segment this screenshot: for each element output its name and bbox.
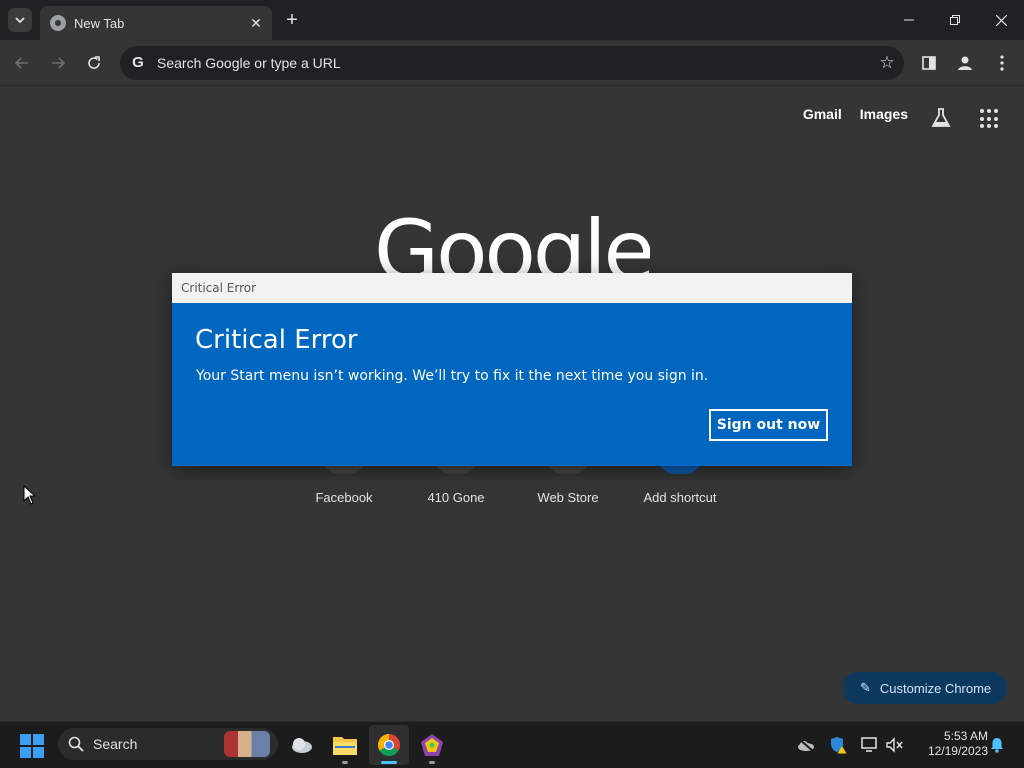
mouse-cursor-icon	[23, 484, 37, 510]
dialog-heading: Critical Error	[195, 325, 358, 355]
pencil-icon: ✎	[860, 680, 871, 695]
onedrive-offline-icon[interactable]	[797, 736, 815, 754]
profile-icon	[958, 56, 972, 70]
shortcut-web-store[interactable]: Web Store	[512, 490, 624, 505]
dialog-message: Your Start menu isn’t working. We’ll try…	[196, 368, 709, 384]
search-icon	[68, 736, 84, 752]
browser-toolbar: G Search Google or type a URL ☆	[0, 40, 1024, 86]
taskbar-clock[interactable]: 5:53 AM 12/19/2023	[912, 729, 988, 759]
display-network-icon[interactable]	[861, 736, 879, 754]
tab-close-icon[interactable]: ✕	[246, 13, 266, 33]
forward-button[interactable]	[45, 50, 71, 76]
restore-button[interactable]	[932, 0, 978, 40]
tab-new-tab[interactable]: New Tab ✕	[40, 6, 272, 40]
taskbar-widgets[interactable]	[282, 725, 322, 765]
back-button[interactable]	[9, 50, 35, 76]
restore-icon	[950, 15, 960, 25]
side-panel-icon	[922, 56, 936, 70]
security-shield-warning-icon[interactable]	[829, 736, 847, 754]
profile-button[interactable]	[952, 50, 978, 76]
taskbar-chrome[interactable]	[369, 725, 409, 765]
ntp-top-links: Gmail Images	[803, 106, 908, 122]
arrow-right-icon	[52, 57, 66, 69]
minimize-button[interactable]	[886, 0, 932, 40]
address-bar[interactable]: G Search Google or type a URL ☆	[120, 46, 904, 80]
tab-search-button[interactable]	[8, 8, 32, 32]
critical-error-dialog: Critical Error Critical Error Your Start…	[172, 273, 852, 466]
chrome-icon	[378, 734, 400, 756]
chrome-favicon-icon	[50, 15, 66, 31]
customize-chrome-label: Customize Chrome	[879, 680, 992, 696]
tab-title: New Tab	[74, 15, 125, 31]
minimize-icon	[904, 19, 914, 21]
menu-button[interactable]	[989, 50, 1015, 76]
folder-icon	[333, 737, 357, 755]
google-g-icon: G	[132, 54, 144, 71]
labs-flask-icon[interactable]	[930, 107, 952, 129]
reload-icon	[88, 56, 100, 69]
google-logo: Google	[374, 202, 650, 274]
ntp-shortcuts: Facebook 410 Gone Web Store Add shortcut	[288, 490, 736, 505]
clock-date: 12/19/2023	[927, 744, 988, 758]
arrow-left-icon	[14, 57, 28, 69]
shortcut-facebook[interactable]: Facebook	[288, 490, 400, 505]
weather-cloud-icon	[292, 738, 312, 753]
taskbar-file-explorer[interactable]	[325, 725, 365, 765]
volume-muted-icon[interactable]	[886, 736, 904, 754]
notification-bell-icon[interactable]	[988, 736, 1006, 754]
gmail-link[interactable]: Gmail	[803, 106, 842, 122]
dialog-titlebar: Critical Error	[172, 273, 852, 303]
side-panel-button[interactable]	[916, 50, 942, 76]
taskbar-search-label: Search	[93, 736, 138, 752]
shortcut-410-gone[interactable]: 410 Gone	[400, 490, 512, 505]
google-apps-icon[interactable]	[980, 109, 1000, 129]
search-highlight-image	[224, 731, 270, 757]
more-vert-icon	[1000, 55, 1004, 71]
windows-start-icon[interactable]	[20, 734, 44, 758]
customize-chrome-button[interactable]: ✎ Customize Chrome	[843, 672, 1007, 704]
shortcut-add[interactable]: Add shortcut	[624, 490, 736, 505]
taskbar-search-box[interactable]: Search	[58, 728, 278, 760]
images-link[interactable]: Images	[860, 106, 908, 122]
taskbar-app-gem[interactable]	[412, 725, 452, 765]
chevron-down-icon	[15, 17, 25, 24]
bookmark-star-icon[interactable]: ☆	[870, 53, 904, 73]
close-icon	[995, 14, 1007, 26]
clock-time: 5:53 AM	[943, 729, 988, 743]
reload-button[interactable]	[81, 50, 107, 76]
close-window-button[interactable]	[978, 0, 1024, 40]
app-gem-icon	[421, 734, 443, 756]
dialog-window-title: Critical Error	[181, 281, 257, 295]
windows-taskbar: Search 5:53 AM 12/19/2023	[0, 721, 1024, 768]
browser-titlebar: New Tab ✕ +	[0, 0, 1024, 40]
address-bar-placeholder: Search Google or type a URL	[157, 55, 341, 71]
new-tab-button[interactable]: +	[280, 8, 304, 32]
sign-out-now-button[interactable]: Sign out now	[709, 409, 828, 441]
